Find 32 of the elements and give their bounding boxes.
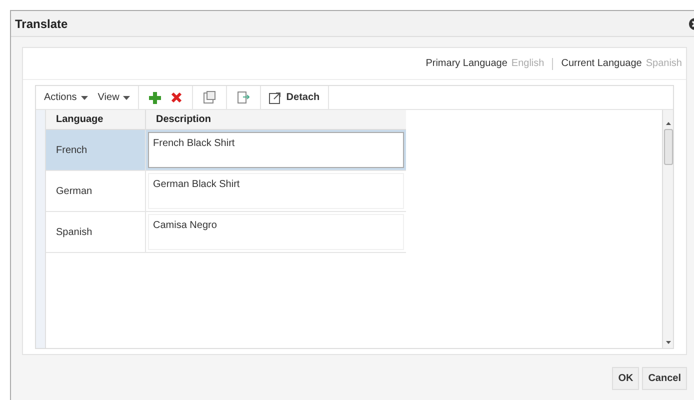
detach-button[interactable]: Detach [261, 86, 329, 109]
current-language-value: Spanish [646, 57, 682, 71]
primary-language-label: Primary Language [426, 57, 508, 71]
export-icon[interactable] [237, 91, 250, 104]
scrollbar-thumb[interactable] [664, 129, 672, 165]
table-cell: French [46, 130, 146, 170]
scrollbar[interactable] [662, 110, 673, 348]
table-row[interactable]: French French Black Shirt [46, 130, 406, 171]
primary-language-value: English [511, 57, 544, 71]
delete-icon[interactable] [171, 92, 182, 103]
up-arrow-icon[interactable] [666, 122, 670, 125]
table-row[interactable]: German German Black Shirt [46, 171, 406, 212]
dialog-button[interactable]: Cancel [642, 367, 687, 390]
description-field[interactable]: German Black Shirt [148, 173, 404, 209]
current-language-label: Current Language [561, 57, 642, 71]
menu-button[interactable]: Actions [44, 90, 88, 105]
description-field[interactable]: Camisa Negro [148, 214, 404, 250]
table-row[interactable]: Spanish Camisa Negro [46, 212, 406, 253]
menu-button[interactable]: View [98, 90, 130, 105]
table-cell: German [46, 171, 146, 211]
caret-icon [80, 96, 88, 100]
caret-icon [123, 96, 130, 100]
down-arrow-icon[interactable] [666, 341, 670, 344]
column-header[interactable]: Description [146, 110, 406, 129]
detach-icon [269, 92, 282, 104]
table-cell: Spanish [46, 212, 146, 252]
dialog-button[interactable]: OK [612, 367, 640, 390]
dialog-title: Translate [15, 16, 68, 32]
document-icon[interactable] [203, 91, 216, 104]
add-icon[interactable] [149, 92, 162, 104]
description-field[interactable]: French Black Shirt [148, 132, 404, 168]
column-header[interactable]: Language [46, 110, 146, 129]
